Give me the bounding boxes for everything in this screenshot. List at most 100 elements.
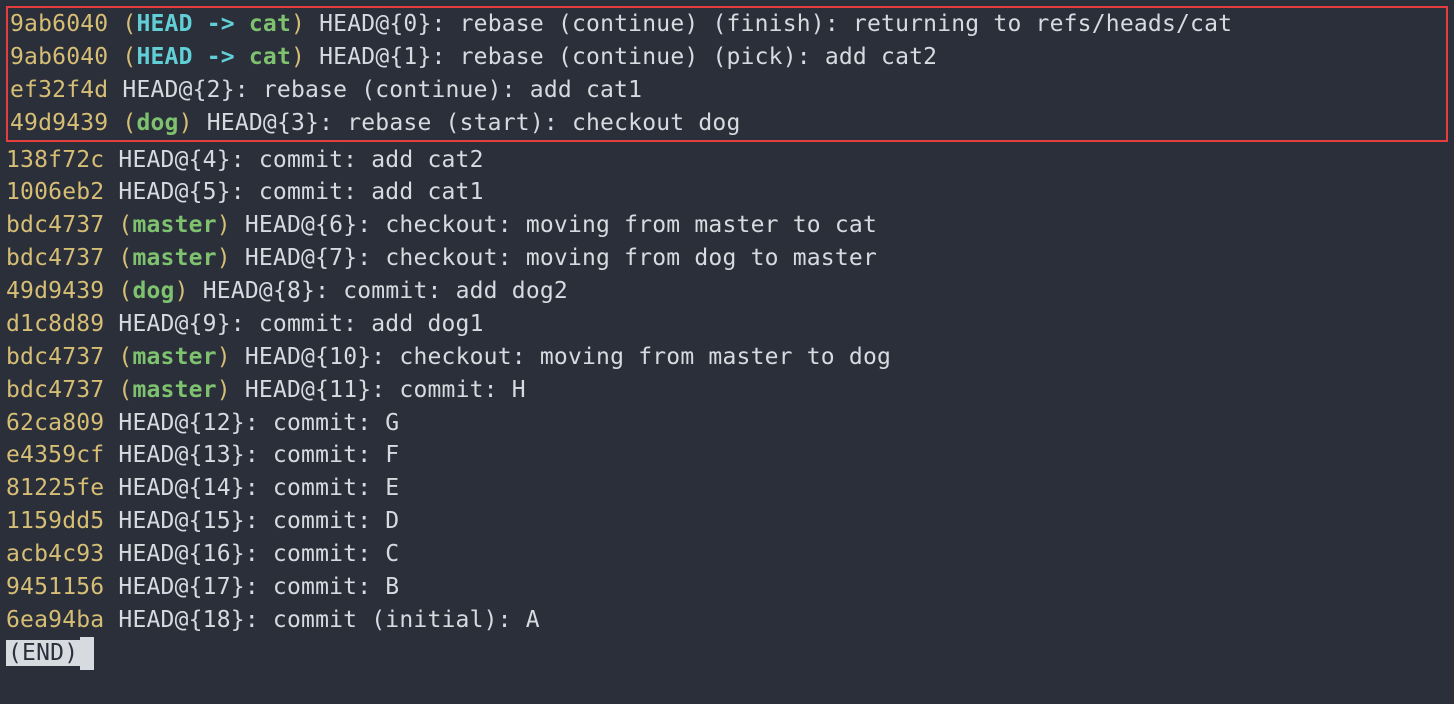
ref-paren-open: ( [104,377,132,403]
ref-paren-open: ( [104,245,132,271]
reflog-line: (END) [6,637,1448,670]
reflog-position: HEAD@{10}: [231,344,400,370]
pager-end-marker: (END) [6,640,80,666]
reflog-position: HEAD@{3}: [193,110,348,136]
reflog-line: bdc4737 (master) HEAD@{7}: checkout: mov… [6,242,1448,275]
commit-hash: 49d9439 [10,110,108,136]
reflog-position: HEAD@{12}: [104,410,273,436]
reflog-line: 49d9439 (dog) HEAD@{8}: commit: add dog2 [6,275,1448,308]
reflog-message: commit: add cat2 [259,147,484,173]
commit-hash: 9ab6040 [10,11,108,37]
commit-hash: bdc4737 [6,245,104,271]
arrow-icon: -> [193,44,249,70]
highlighted-reflog-entries: 9ab6040 (HEAD -> cat) HEAD@{0}: rebase (… [6,6,1448,142]
commit-hash: 1159dd5 [6,508,104,534]
reflog-line: 9451156 HEAD@{17}: commit: B [6,571,1448,604]
reflog-message: checkout: moving from dog to master [385,245,877,271]
reflog-message: rebase (continue): add cat1 [263,77,642,103]
head-ref: HEAD [136,11,192,37]
reflog-position: HEAD@{2}: [108,77,263,103]
branch-name: master [132,344,216,370]
ref-paren-open: ( [108,11,136,37]
ref-paren-close: ) [179,110,193,136]
commit-hash: 9ab6040 [10,44,108,70]
commit-hash: 49d9439 [6,278,104,304]
ref-paren-open: ( [108,44,136,70]
reflog-message: rebase (continue) (pick): add cat2 [460,44,938,70]
reflog-message: rebase (continue) (finish): returning to… [460,11,1233,37]
commit-hash: ef32f4d [10,77,108,103]
reflog-message: commit: add dog1 [259,311,484,337]
reflog-position: HEAD@{11}: [231,377,400,403]
reflog-message: commit: F [273,442,399,468]
reflog-position: HEAD@{16}: [104,541,273,567]
reflog-position: HEAD@{4}: [104,147,259,173]
reflog-line: 49d9439 (dog) HEAD@{3}: rebase (start): … [10,107,1444,140]
reflog-message: commit: G [273,410,399,436]
commit-hash: 6ea94ba [6,607,104,633]
branch-name: master [132,245,216,271]
reflog-position: HEAD@{15}: [104,508,273,534]
reflog-position: HEAD@{9}: [104,311,259,337]
ref-paren-open: ( [108,110,136,136]
reflog-position: HEAD@{17}: [104,574,273,600]
reflog-message: commit: H [399,377,525,403]
branch-name: master [132,377,216,403]
ref-paren-close: ) [217,377,231,403]
commit-hash: 9451156 [6,574,104,600]
commit-hash: e4359cf [6,442,104,468]
reflog-position: HEAD@{14}: [104,475,273,501]
reflog-message: checkout: moving from master to cat [385,212,877,238]
commit-hash: bdc4737 [6,212,104,238]
reflog-message: commit: C [273,541,399,567]
commit-hash: 1006eb2 [6,179,104,205]
reflog-line: acb4c93 HEAD@{16}: commit: C [6,538,1448,571]
reflog-message: commit: B [273,574,399,600]
branch-name: cat [249,44,291,70]
commit-hash: bdc4737 [6,344,104,370]
reflog-line: 9ab6040 (HEAD -> cat) HEAD@{0}: rebase (… [10,8,1444,41]
reflog-message: rebase (start): checkout dog [347,110,740,136]
reflog-line: e4359cf HEAD@{13}: commit: F [6,439,1448,472]
reflog-line: ef32f4d HEAD@{2}: rebase (continue): add… [10,74,1444,107]
branch-name: dog [136,110,178,136]
reflog-line: 62ca809 HEAD@{12}: commit: G [6,407,1448,440]
ref-paren-close: ) [217,344,231,370]
reflog-message: commit: E [273,475,399,501]
reflog-line: 1159dd5 HEAD@{15}: commit: D [6,505,1448,538]
ref-paren-close: ) [217,245,231,271]
reflog-position: HEAD@{8}: [189,278,344,304]
ref-paren-close: ) [291,44,305,70]
reflog-message: commit (initial): A [273,607,540,633]
ref-paren-open: ( [104,344,132,370]
ref-paren-close: ) [217,212,231,238]
reflog-line: 138f72c HEAD@{4}: commit: add cat2 [6,144,1448,177]
reflog-message: commit: add dog2 [343,278,568,304]
reflog-line: d1c8d89 HEAD@{9}: commit: add dog1 [6,308,1448,341]
reflog-position: HEAD@{13}: [104,442,273,468]
commit-hash: bdc4737 [6,377,104,403]
branch-name: dog [132,278,174,304]
reflog-message: checkout: moving from master to dog [399,344,891,370]
reflog-position: HEAD@{6}: [231,212,386,238]
arrow-icon: -> [193,11,249,37]
commit-hash: d1c8d89 [6,311,104,337]
reflog-line: 81225fe HEAD@{14}: commit: E [6,472,1448,505]
cursor-icon [80,637,94,670]
reflog-position: HEAD@{7}: [231,245,386,271]
reflog-position: HEAD@{1}: [305,44,460,70]
ref-paren-close: ) [175,278,189,304]
ref-paren-open: ( [104,212,132,238]
reflog-message: commit: D [273,508,399,534]
head-ref: HEAD [136,44,192,70]
reflog-line: 9ab6040 (HEAD -> cat) HEAD@{1}: rebase (… [10,41,1444,74]
reflog-line: 6ea94ba HEAD@{18}: commit (initial): A [6,604,1448,637]
reflog-line: bdc4737 (master) HEAD@{11}: commit: H [6,374,1448,407]
branch-name: cat [249,11,291,37]
reflog-line: bdc4737 (master) HEAD@{10}: checkout: mo… [6,341,1448,374]
commit-hash: 81225fe [6,475,104,501]
reflog-position: HEAD@{0}: [305,11,460,37]
commit-hash: 62ca809 [6,410,104,436]
ref-paren-close: ) [291,11,305,37]
ref-paren-open: ( [104,278,132,304]
